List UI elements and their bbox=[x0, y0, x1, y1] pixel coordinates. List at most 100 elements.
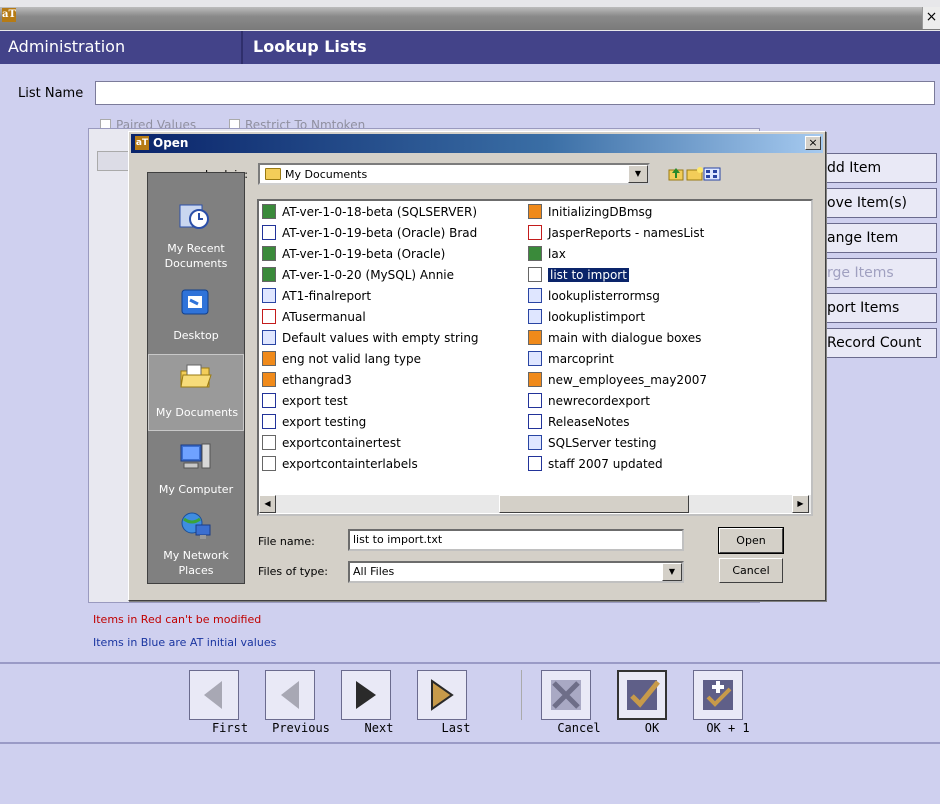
next-button[interactable] bbox=[341, 670, 391, 720]
file-name: Default values with empty string bbox=[282, 331, 479, 345]
excel-icon bbox=[528, 246, 542, 261]
file-item[interactable]: ATusermanual bbox=[262, 307, 522, 328]
up-folder-icon[interactable] bbox=[667, 166, 685, 182]
import-items-button[interactable]: port Items bbox=[818, 293, 937, 323]
ok-plus-one-label: OK + 1 bbox=[706, 721, 750, 735]
place-my-computer[interactable]: My Computer bbox=[148, 436, 244, 513]
place-desktop[interactable]: Desktop bbox=[148, 282, 244, 359]
place-recent-documents[interactable]: My Recent Documents bbox=[148, 195, 244, 272]
file-item[interactable]: exportcontainertest bbox=[262, 433, 522, 454]
text-icon bbox=[528, 267, 542, 282]
file-item[interactable]: lookuplisterrormsg bbox=[528, 286, 790, 307]
file-item[interactable]: marcoprint bbox=[528, 349, 790, 370]
place-label: My Recent Documents bbox=[164, 242, 228, 270]
remove-items-button[interactable]: ove Item(s) bbox=[818, 188, 937, 218]
file-item[interactable]: AT-ver-1-0-19-beta (Oracle) bbox=[262, 244, 522, 265]
last-label: Last bbox=[441, 721, 471, 735]
file-name: export testing bbox=[282, 415, 367, 429]
header-left-title: Administration bbox=[8, 37, 126, 56]
app-titlebar-bar bbox=[0, 7, 940, 30]
page-header: Administration Lookup Lists bbox=[0, 31, 940, 64]
place-network[interactable]: My Network Places bbox=[148, 505, 244, 582]
file-item[interactable]: eng not valid lang type bbox=[262, 349, 522, 370]
add-item-button[interactable]: dd Item bbox=[818, 153, 937, 183]
nav-divider bbox=[521, 670, 522, 720]
file-item[interactable]: lookuplistimport bbox=[528, 307, 790, 328]
record-count-button[interactable]: Record Count bbox=[818, 328, 937, 358]
file-item[interactable]: newrecordexport bbox=[528, 391, 790, 412]
file-item[interactable]: export testing bbox=[262, 412, 522, 433]
file-item[interactable]: JasperReports - namesList bbox=[528, 223, 790, 244]
file-name: new_employees_may2007 bbox=[548, 373, 707, 387]
word-icon bbox=[528, 351, 542, 366]
file-item[interactable]: lax bbox=[528, 244, 790, 265]
file-type-label: Files of type: bbox=[258, 565, 329, 578]
app-close-button[interactable]: × bbox=[922, 7, 940, 29]
place-label: Desktop bbox=[173, 329, 219, 342]
cancel-icon bbox=[551, 680, 581, 710]
image-icon bbox=[262, 372, 276, 387]
file-item[interactable]: ethangrad3 bbox=[262, 370, 522, 391]
file-item[interactable]: export test bbox=[262, 391, 522, 412]
look-in-dropdown-button[interactable]: ▼ bbox=[628, 165, 648, 183]
file-list-scrollbar[interactable]: ◀ ▶ bbox=[259, 495, 811, 513]
network-places-icon bbox=[181, 512, 211, 539]
merge-items-button[interactable]: rge Items bbox=[818, 258, 937, 288]
file-item[interactable]: AT-ver-1-0-20 (MySQL) Annie bbox=[262, 265, 522, 286]
header-divider bbox=[241, 31, 243, 64]
next-icon bbox=[356, 681, 376, 709]
text-icon bbox=[262, 456, 276, 471]
previous-label: Previous bbox=[272, 721, 330, 735]
ok-icon bbox=[627, 680, 660, 710]
file-item[interactable]: main with dialogue boxes bbox=[528, 328, 790, 349]
file-name: main with dialogue boxes bbox=[548, 331, 702, 345]
dialog-close-button[interactable]: × bbox=[805, 136, 821, 150]
new-folder-icon[interactable] bbox=[686, 166, 704, 182]
file-item[interactable]: AT-ver-1-0-18-beta (SQLSERVER) bbox=[262, 202, 522, 223]
recent-documents-icon bbox=[179, 204, 209, 229]
first-button[interactable] bbox=[189, 670, 239, 720]
file-name: exportcontainertest bbox=[282, 436, 401, 450]
scroll-thumb[interactable] bbox=[499, 495, 689, 513]
image-icon bbox=[528, 204, 542, 219]
place-label: My Computer bbox=[158, 483, 234, 496]
file-item[interactable]: exportcontainterlabels bbox=[262, 454, 522, 475]
place-my-documents[interactable]: My Documents bbox=[148, 354, 244, 431]
file-name-input[interactable]: list to import.txt bbox=[348, 529, 684, 551]
previous-button[interactable] bbox=[265, 670, 315, 720]
file-name: SQLServer testing bbox=[548, 436, 657, 450]
word-icon bbox=[528, 288, 542, 303]
excel-icon bbox=[262, 246, 276, 261]
dialog-title: Open bbox=[153, 136, 189, 150]
view-menu-icon[interactable] bbox=[703, 166, 721, 182]
list-name-input[interactable] bbox=[95, 81, 935, 105]
file-item[interactable]: new_employees_may2007 bbox=[528, 370, 790, 391]
change-item-button[interactable]: ange Item bbox=[818, 223, 937, 253]
ok-plus-one-button[interactable] bbox=[693, 670, 743, 720]
file-item[interactable]: ReleaseNotes bbox=[528, 412, 790, 433]
file-type-select[interactable]: All Files bbox=[348, 561, 684, 583]
file-item[interactable]: Default values with empty string bbox=[262, 328, 522, 349]
ok-button[interactable] bbox=[617, 670, 667, 720]
file-type-dropdown-button[interactable]: ▼ bbox=[662, 563, 682, 581]
red-items-note: Items in Red can't be modified bbox=[93, 613, 262, 626]
file-name: AT-ver-1-0-18-beta (SQLSERVER) bbox=[282, 205, 478, 219]
divider bbox=[0, 742, 940, 744]
scroll-left-button[interactable]: ◀ bbox=[259, 495, 276, 513]
list-name-label: List Name bbox=[18, 86, 84, 101]
dialog-cancel-button[interactable]: Cancel bbox=[719, 558, 783, 583]
excel-icon bbox=[262, 204, 276, 219]
file-item[interactable]: list to import bbox=[528, 265, 790, 286]
first-label: First bbox=[211, 721, 249, 735]
last-button[interactable] bbox=[417, 670, 467, 720]
word-icon bbox=[528, 309, 542, 324]
cancel-button[interactable] bbox=[541, 670, 591, 720]
file-name: ethangrad3 bbox=[282, 373, 352, 387]
scroll-right-button[interactable]: ▶ bbox=[792, 495, 809, 513]
open-button[interactable]: Open bbox=[719, 528, 783, 553]
file-item[interactable]: AT-ver-1-0-19-beta (Oracle) Brad bbox=[262, 223, 522, 244]
file-item[interactable]: staff 2007 updated bbox=[528, 454, 790, 475]
file-item[interactable]: SQLServer testing bbox=[528, 433, 790, 454]
file-item[interactable]: InitializingDBmsg bbox=[528, 202, 790, 223]
file-item[interactable]: AT1-finalreport bbox=[262, 286, 522, 307]
